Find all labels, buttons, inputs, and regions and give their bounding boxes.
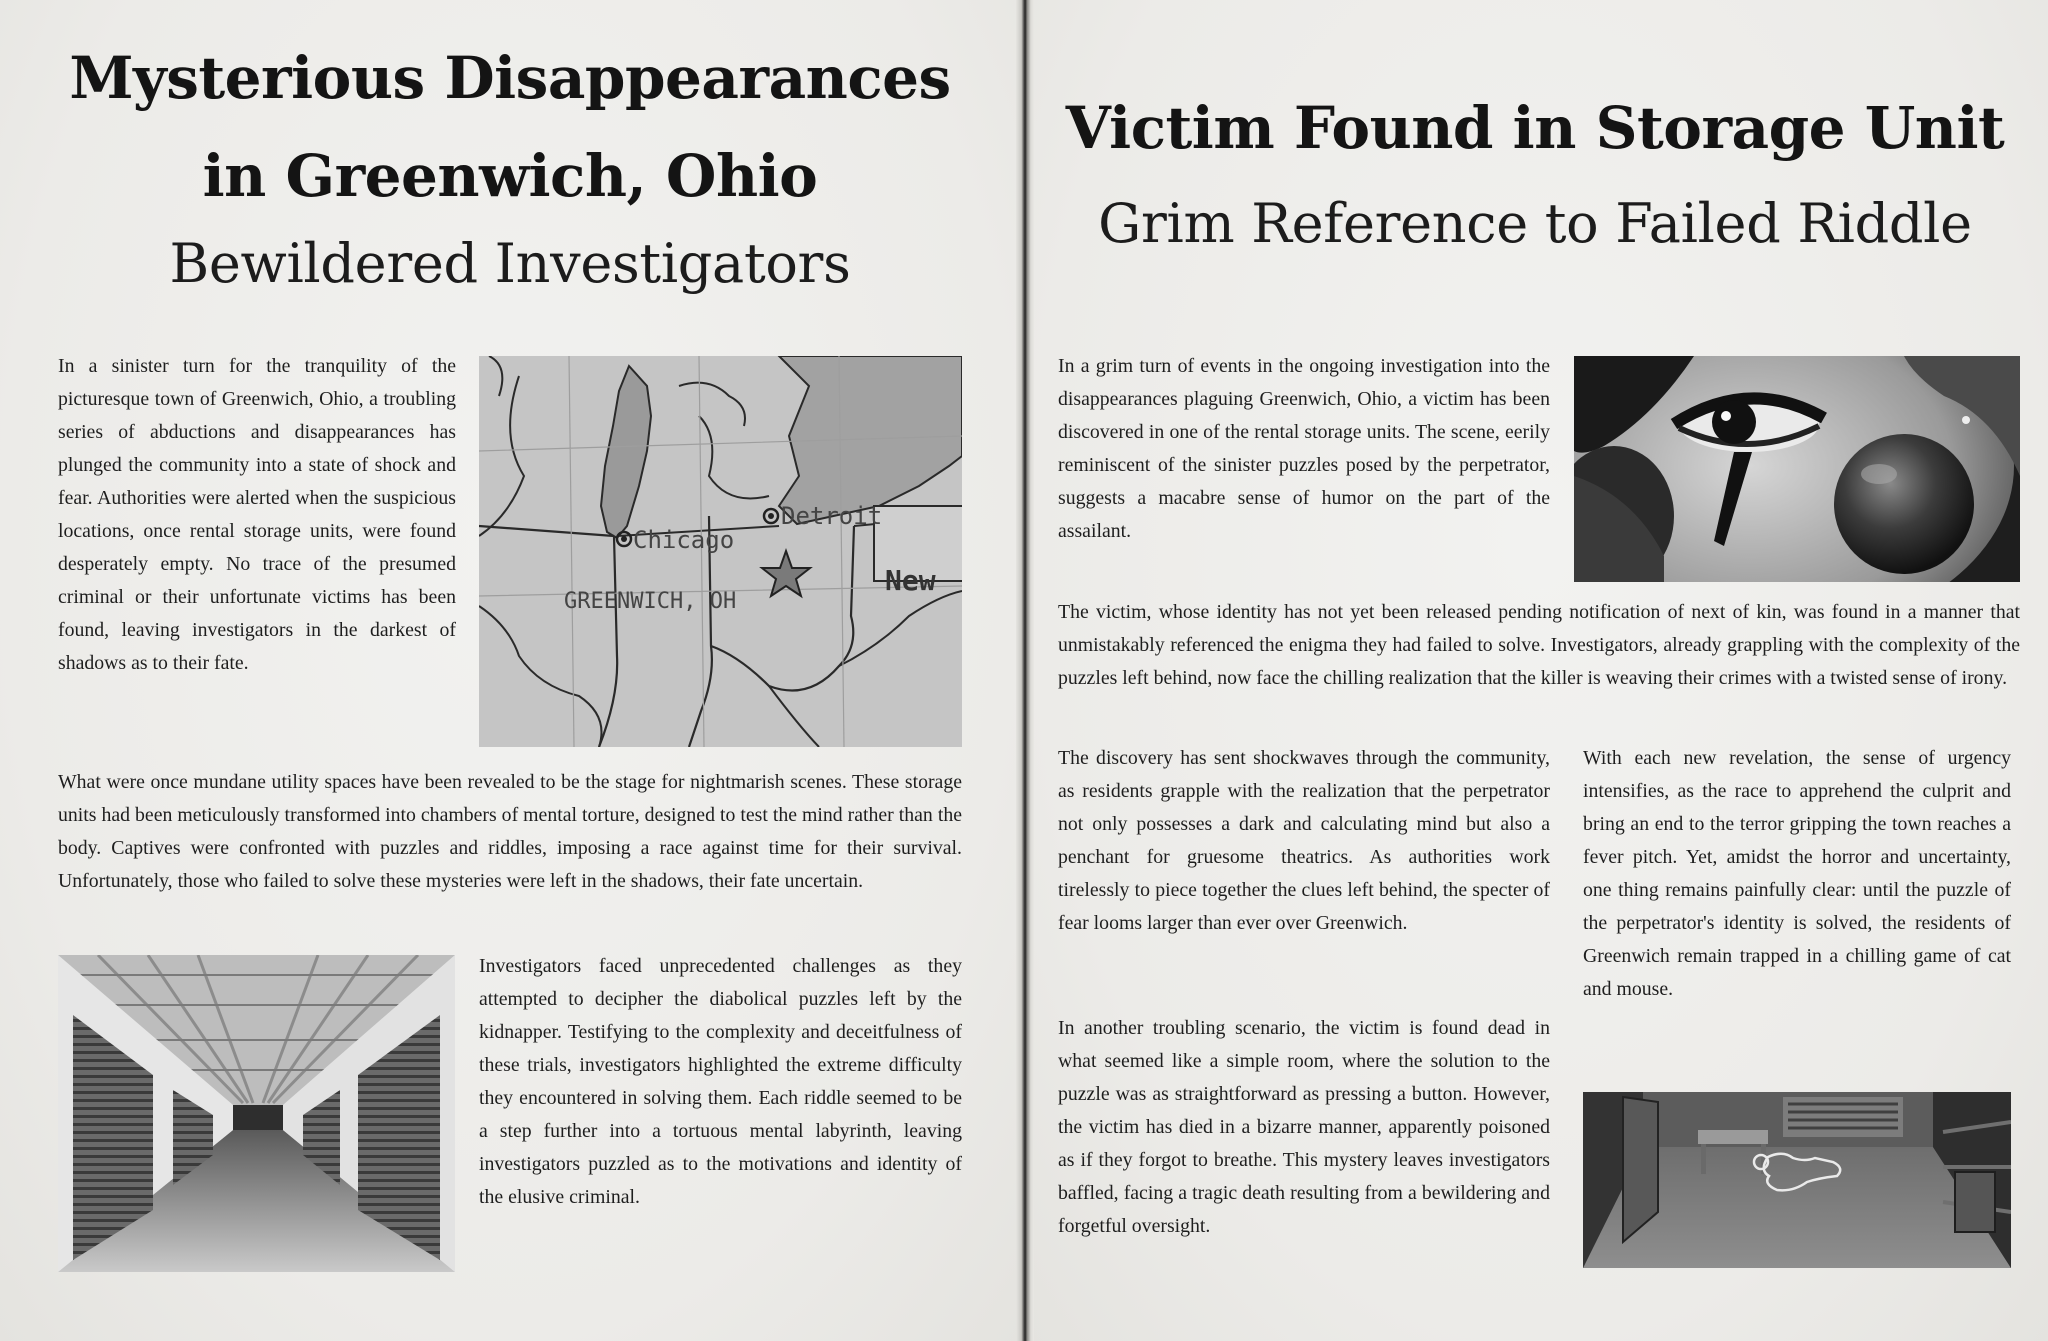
book-spine: [1016, 0, 1034, 1341]
map-label-new: New: [885, 564, 936, 597]
left-paragraph-1: In a sinister turn for the tranquility o…: [58, 355, 456, 674]
left-headline-line2: in Greenwich, Ohio: [202, 142, 818, 210]
left-paragraph-3: Investigators faced unprecedented challe…: [479, 955, 962, 1208]
left-paragraph-2: What were once mundane utility spaces ha…: [58, 771, 962, 892]
map-label-chicago: Chicago: [633, 526, 734, 554]
storage-corridor-graphic: [58, 955, 455, 1272]
map-graphic: Chicago Detroit GREENWICH, OH New: [479, 356, 962, 747]
storage-corridor-image: [58, 955, 455, 1272]
right-paragraph-3: The discovery has sent shockwaves throug…: [1058, 747, 1550, 934]
right-paragraph-2: The victim, whose identity has not yet b…: [1058, 601, 2020, 689]
clown-face-graphic: [1574, 356, 2020, 582]
clown-face-image: [1574, 356, 2020, 582]
crime-scene-room-image: [1583, 1092, 2011, 1268]
right-headline: Victim Found in Storage Unit: [1065, 94, 2005, 162]
crime-scene-room-graphic: [1583, 1092, 2011, 1268]
left-headline-line1: Mysterious Disappearances: [69, 44, 951, 112]
right-paragraph-5: With each new revelation, the sense of u…: [1583, 747, 2011, 1000]
right-paragraph-4: In another troubling scenario, the victi…: [1058, 1017, 1550, 1237]
map-label-greenwich: GREENWICH, OH: [564, 589, 736, 614]
map-label-detroit: Detroit: [781, 502, 882, 530]
right-paragraph-1: In a grim turn of events in the ongoing …: [1058, 355, 1550, 542]
right-subheadline: Grim Reference to Failed Riddle: [1098, 192, 1972, 255]
left-subheadline: Bewildered Investigators: [169, 232, 851, 295]
map-image: Chicago Detroit GREENWICH, OH New: [479, 356, 962, 747]
